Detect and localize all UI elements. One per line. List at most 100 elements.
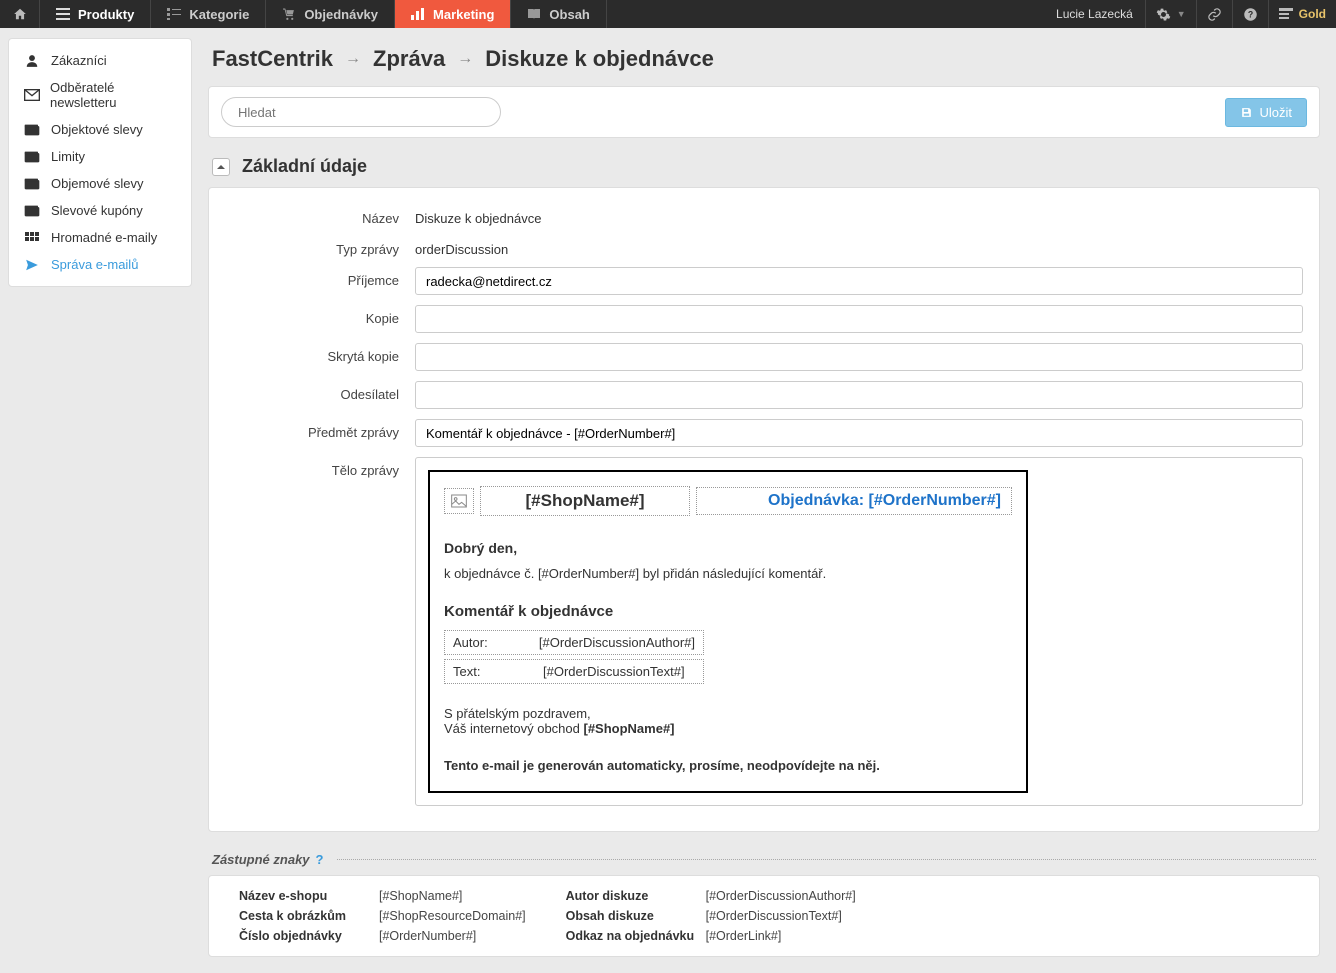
divider: [337, 859, 1316, 860]
wallet-icon: [23, 123, 41, 137]
nav-marketing[interactable]: Marketing: [395, 0, 511, 28]
email-comment-header: Komentář k objednávce: [444, 603, 1012, 620]
sidebar-item-kupony[interactable]: Slevové kupóny: [9, 197, 191, 224]
ph-value: [#OrderLink#]: [706, 926, 856, 946]
email-signoff: S přátelským pozdravem, Váš internetový …: [444, 706, 1012, 736]
plan-badge[interactable]: Gold: [1268, 0, 1336, 28]
nav-obsah[interactable]: Obsah: [511, 0, 606, 28]
ph-label: Obsah diskuze: [566, 906, 706, 926]
sidebar-item-objektove-slevy[interactable]: Objektové slevy: [9, 116, 191, 143]
home-button[interactable]: [0, 0, 40, 28]
cart-icon: [282, 7, 296, 21]
input-prijemce[interactable]: [415, 267, 1303, 295]
sidebar-item-label: Objemové slevy: [51, 176, 143, 191]
ph-value: [#ShopResourceDomain#]: [379, 906, 526, 926]
link-button[interactable]: [1196, 0, 1232, 28]
input-kopie[interactable]: [415, 305, 1303, 333]
ph-label: Číslo objednávky: [239, 926, 379, 946]
nav-label: Produkty: [78, 7, 134, 22]
mail-icon: [23, 88, 40, 102]
wallet-icon: [23, 204, 41, 218]
ph-value: [#ShopName#]: [379, 886, 526, 906]
body-editor[interactable]: [#ShopName#] Objednávka: [#OrderNumber#]…: [415, 457, 1303, 806]
email-preview: [#ShopName#] Objednávka: [#OrderNumber#]…: [428, 470, 1028, 793]
grid-icon: [56, 7, 70, 21]
link-icon: [1207, 7, 1222, 22]
sidebar-item-label: Slevové kupóny: [51, 203, 143, 218]
ph-label: Cesta k obrázkům: [239, 906, 379, 926]
svg-text:?: ?: [1247, 9, 1252, 19]
email-shopname: [#ShopName#]: [480, 486, 690, 516]
nav-kategorie[interactable]: Kategorie: [151, 0, 266, 28]
value-nazev: Diskuze k objednávce: [415, 205, 1303, 226]
nav-produkty[interactable]: Produkty: [40, 0, 151, 28]
sidebar-item-objemove-slevy[interactable]: Objemové slevy: [9, 170, 191, 197]
toolbar: Uložit: [208, 86, 1320, 138]
home-icon: [13, 7, 27, 21]
plan-label: Gold: [1299, 7, 1326, 21]
label-predmet: Předmět zprávy: [225, 419, 415, 440]
label-kopie: Kopie: [225, 305, 415, 326]
chart-icon: [411, 7, 425, 21]
form-panel: Název Diskuze k objednávce Typ zprávy or…: [208, 187, 1320, 832]
email-greeting: Dobrý den,: [444, 540, 1012, 556]
ph-value: [#OrderDiscussionAuthor#]: [706, 886, 856, 906]
ph-label: Odkaz na objednávku: [566, 926, 706, 946]
email-order-header: Objednávka: [#OrderNumber#]: [696, 487, 1012, 515]
topbar: Produkty Kategorie Objednávky Marketing …: [0, 0, 1336, 28]
arrow-icon: →: [345, 50, 361, 68]
input-predmet[interactable]: [415, 419, 1303, 447]
sidebar-item-hromadne-emaily[interactable]: Hromadné e-maily: [9, 224, 191, 251]
ph-value: [#OrderNumber#]: [379, 926, 526, 946]
sidebar-item-label: Zákazníci: [51, 53, 107, 68]
nav-label: Objednávky: [304, 7, 378, 22]
placeholders-grid: Název e-shopu Cesta k obrázkům Číslo obj…: [208, 875, 1320, 957]
gear-icon: [1156, 7, 1171, 22]
grid-icon: [23, 231, 41, 245]
sidebar-item-label: Odběratelé newsletteru: [50, 80, 177, 110]
label-nazev: Název: [225, 205, 415, 226]
sidebar-item-zakaznici[interactable]: Zákazníci: [9, 47, 191, 74]
placeholders-col-1: Název e-shopu Cesta k obrázkům Číslo obj…: [239, 886, 526, 946]
input-skryta-kopie[interactable]: [415, 343, 1303, 371]
sidebar-item-sprava-emailu[interactable]: Správa e-mailů: [9, 251, 191, 278]
sidebar-item-newsletter[interactable]: Odběratelé newsletteru: [9, 74, 191, 116]
arrow-icon: →: [457, 50, 473, 68]
breadcrumb-seg: Diskuze k objednávce: [485, 46, 714, 72]
breadcrumb-seg[interactable]: Zpráva: [373, 46, 445, 72]
search-input[interactable]: [221, 97, 501, 127]
user-icon: [23, 54, 41, 68]
nav-objednavky[interactable]: Objednávky: [266, 0, 395, 28]
nav-label: Marketing: [433, 7, 494, 22]
section-title: Základní údaje: [242, 156, 367, 177]
topbar-right: Lucie Lazecká ▼ ? Gold: [1044, 0, 1336, 28]
ph-label: Autor diskuze: [566, 886, 706, 906]
nav-label: Obsah: [549, 7, 589, 22]
sidebar-item-limity[interactable]: Limity: [9, 143, 191, 170]
placeholders-header: Zástupné znaky ?: [208, 832, 1320, 875]
list-icon: [167, 7, 181, 21]
sidebar-item-label: Hromadné e-maily: [51, 230, 157, 245]
nav-label: Kategorie: [189, 7, 249, 22]
help-button[interactable]: ?: [1232, 0, 1268, 28]
book-icon: [527, 7, 541, 21]
user-name[interactable]: Lucie Lazecká: [1044, 7, 1145, 21]
chevron-up-icon: [216, 163, 226, 171]
plan-icon: [1279, 8, 1293, 20]
sidebar-item-label: Správa e-mailů: [51, 257, 138, 272]
chevron-down-icon: ▼: [1177, 9, 1186, 19]
sidebar-item-label: Limity: [51, 149, 85, 164]
sidebar: Zákazníci Odběratelé newsletteru Objekto…: [0, 28, 200, 973]
email-author-row: Autor: [#OrderDiscussionAuthor#]: [444, 630, 704, 655]
collapse-toggle[interactable]: [212, 158, 230, 176]
email-intro: k objednávce č. [#OrderNumber#] byl přid…: [444, 566, 1012, 581]
wallet-icon: [23, 177, 41, 191]
placeholders-help[interactable]: ?: [316, 852, 324, 867]
label-skryta-kopie: Skrytá kopie: [225, 343, 415, 364]
breadcrumb-seg[interactable]: FastCentrik: [212, 46, 333, 72]
ph-label: Název e-shopu: [239, 886, 379, 906]
input-odesilatel[interactable]: [415, 381, 1303, 409]
save-button[interactable]: Uložit: [1225, 98, 1307, 127]
label-telo: Tělo zprávy: [225, 457, 415, 478]
settings-button[interactable]: ▼: [1145, 0, 1196, 28]
